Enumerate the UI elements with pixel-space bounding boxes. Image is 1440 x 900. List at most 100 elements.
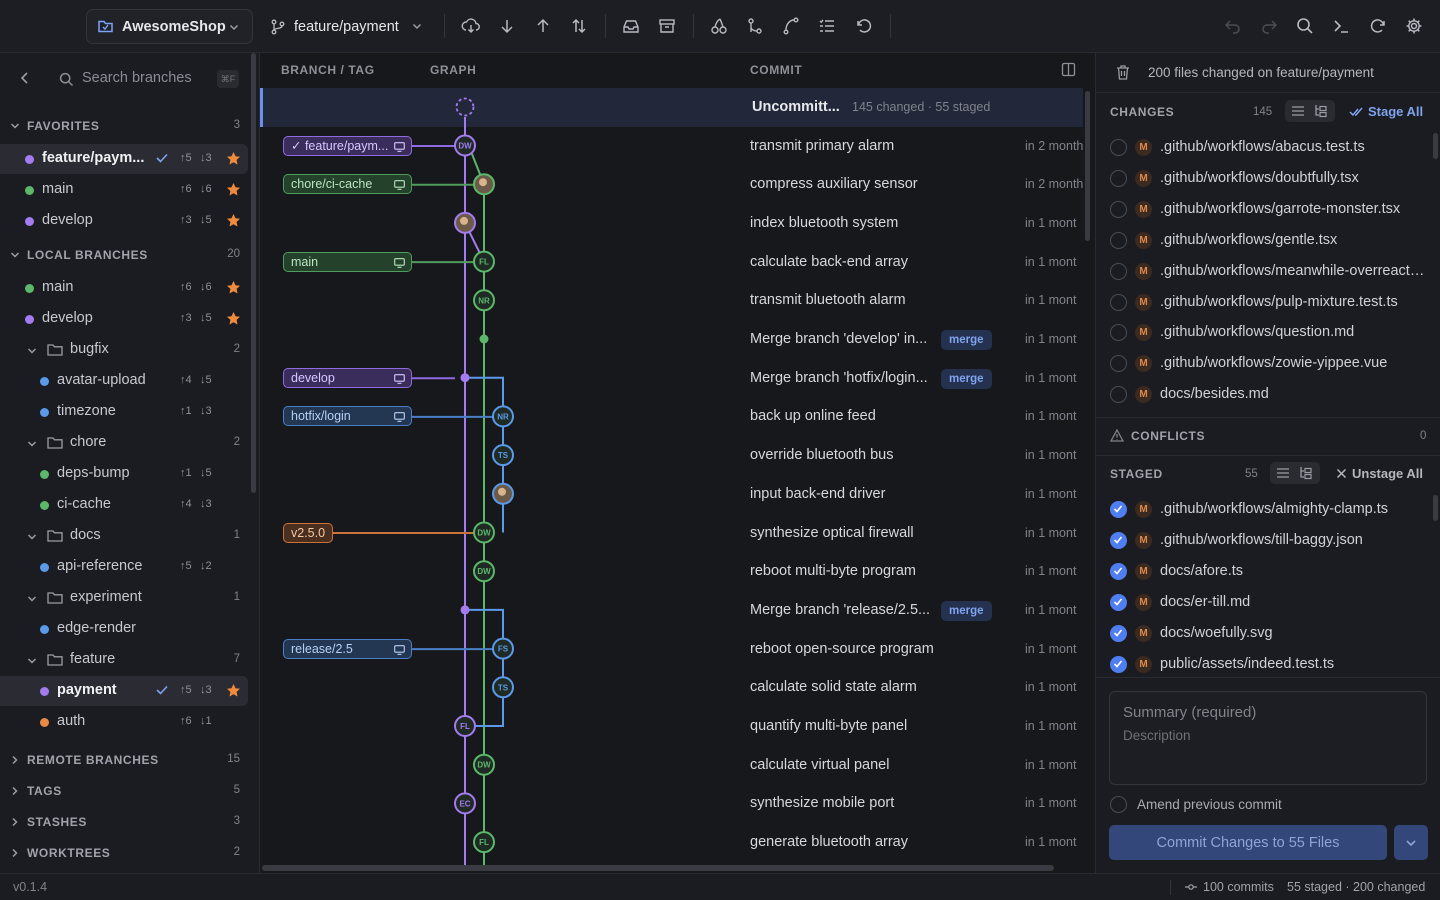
file-checkbox[interactable]	[1110, 324, 1127, 342]
push-button[interactable]	[531, 14, 555, 38]
changes-scrollbar[interactable]	[1433, 133, 1438, 159]
commit-options-button[interactable]	[1394, 825, 1428, 860]
search-button[interactable]	[1293, 14, 1317, 38]
branch-item[interactable]: deps-bump ↑1 ↓5	[0, 459, 248, 489]
branch-item[interactable]: timezone ↑1 ↓3	[0, 397, 248, 427]
branch-item[interactable]: main ↑6 ↓6	[0, 175, 248, 205]
commit-row[interactable]: calculate solid state alarm in 1 mont	[260, 668, 1083, 707]
undo-button[interactable]	[1221, 14, 1245, 38]
folder-item[interactable]: experiment 1	[0, 583, 248, 613]
search-input[interactable]: Search branches	[82, 70, 192, 86]
file-row[interactable]: M .github/workflows/question.md	[1096, 317, 1431, 348]
cherry-pick-button[interactable]	[707, 14, 731, 38]
description-input[interactable]: Description	[1123, 728, 1191, 743]
branch-item[interactable]: main ↑6 ↓6	[0, 273, 248, 303]
list-view-icon[interactable]	[1291, 105, 1305, 117]
staged-scrollbar[interactable]	[1433, 495, 1438, 521]
fetch-button[interactable]	[459, 14, 483, 38]
commit-row[interactable]: synthesize mobile port in 1 mont	[260, 784, 1083, 823]
commit-row[interactable]: back up online feed in 1 mont hotfix/login	[260, 397, 1083, 436]
file-row[interactable]: M .github/workflows/abacus.test.ts	[1096, 132, 1431, 163]
file-checkbox[interactable]	[1110, 293, 1127, 311]
file-row[interactable]: Mdocs/er-till.md	[1096, 587, 1431, 618]
settings-button[interactable]	[1402, 14, 1426, 38]
file-row[interactable]: M .github/workflows/gentle.tsx	[1096, 225, 1431, 256]
branch-item[interactable]: api-reference ↑5 ↓2	[0, 552, 248, 582]
tree-view-icon[interactable]	[1299, 466, 1313, 480]
file-row[interactable]: Mpublic/assets/indeed.test.ts	[1096, 649, 1431, 680]
file-checkbox[interactable]	[1110, 355, 1127, 373]
commit-row[interactable]: transmit primary alarm in 2 month ✓ featur…	[260, 127, 1083, 166]
branch-item[interactable]: payment ↑5 ↓3	[0, 676, 248, 706]
stage-all-button[interactable]: Stage All	[1349, 104, 1423, 119]
star-icon[interactable]	[226, 683, 241, 698]
commit-row[interactable]: index bluetooth system in 1 mont	[260, 204, 1083, 243]
file-row[interactable]: M .github/workflows/zowie-yippee.vue	[1096, 348, 1431, 379]
file-checkbox[interactable]	[1110, 624, 1127, 642]
file-checkbox[interactable]	[1110, 200, 1127, 218]
file-checkbox[interactable]	[1110, 501, 1127, 518]
file-row[interactable]: M .github/workflows/meanwhile-overreactio…	[1096, 256, 1431, 287]
amend-checkbox[interactable]: Amend previous commit	[1110, 795, 1410, 815]
file-row[interactable]: Mdocs/afore.ts	[1096, 556, 1431, 587]
ref-tag[interactable]: develop	[283, 367, 412, 388]
new-branch-button[interactable]	[743, 14, 767, 38]
star-icon[interactable]	[226, 151, 241, 166]
commit-row[interactable]: transmit bluetooth alarm in 1 mont	[260, 281, 1083, 320]
graph-vertical-scrollbar[interactable]	[1085, 91, 1090, 241]
summary-input[interactable]: Summary (required)	[1123, 704, 1256, 721]
file-checkbox[interactable]	[1110, 231, 1127, 249]
amend-checkbox-circle[interactable]	[1110, 796, 1127, 813]
unstage-all-button[interactable]: Unstage All	[1336, 466, 1423, 481]
view-toggle[interactable]	[1285, 100, 1335, 122]
stash-button[interactable]	[619, 14, 643, 38]
commit-row[interactable]: input back-end driver in 1 mont	[260, 475, 1083, 514]
ref-tag[interactable]: chore/ci-cache	[283, 174, 412, 195]
file-row[interactable]: M .github/workflows/pulp-mixture.test.ts	[1096, 287, 1431, 318]
commit-message-box[interactable]: Summary (required) Description	[1109, 691, 1427, 785]
file-row[interactable]: M .github/workflows/till-baggy.json	[1096, 525, 1431, 556]
redo-button[interactable]	[1257, 14, 1281, 38]
commit-row[interactable]: generate bluetooth array in 1 mont	[260, 823, 1083, 862]
ref-tag[interactable]: hotfix/login	[283, 406, 412, 427]
commit-row[interactable]: calculate virtual panel in 1 mont	[260, 746, 1083, 785]
uncommitted-row[interactable]: Uncommitt... 145 changed · 55 staged	[260, 88, 1083, 127]
commit-row[interactable]: reboot multi-byte program in 1 mont	[260, 552, 1083, 591]
folder-item[interactable]: chore 2	[0, 428, 248, 458]
file-checkbox[interactable]	[1110, 655, 1127, 673]
star-icon[interactable]	[226, 213, 241, 228]
branch-item[interactable]: develop ↑3 ↓5	[0, 206, 248, 236]
commit-row[interactable]: calculate back-end array in 1 mont main	[260, 243, 1083, 282]
pop-stash-button[interactable]	[655, 14, 679, 38]
file-checkbox[interactable]	[1110, 531, 1127, 549]
file-checkbox[interactable]	[1110, 169, 1127, 187]
file-checkbox[interactable]	[1110, 262, 1127, 280]
terminal-button[interactable]	[1329, 14, 1353, 38]
commit-row[interactable]: Merge branch 'develop' in... in 1 mont mer…	[260, 320, 1083, 359]
sync-button[interactable]	[567, 14, 591, 38]
rebase-button[interactable]	[779, 14, 803, 38]
commit-row[interactable]: override bluetooth bus in 1 mont	[260, 436, 1083, 475]
commit-row[interactable]: compress auxiliary sensor in 2 month chore…	[260, 165, 1083, 204]
branch-item[interactable]: edge-render	[0, 614, 248, 644]
star-icon[interactable]	[226, 182, 241, 197]
undo-commit-button[interactable]	[852, 14, 876, 38]
branch-item[interactable]: avatar-upload ↑4 ↓5	[0, 366, 248, 396]
file-row[interactable]: M .github/workflows/garrote-monster.tsx	[1096, 194, 1431, 225]
collapsed-section[interactable]: TAGS 5	[0, 778, 259, 804]
collapsed-section[interactable]: REMOTE BRANCHES 15	[0, 747, 259, 773]
commit-row[interactable]: Merge branch 'hotfix/login... in 1 mont me…	[260, 359, 1083, 398]
star-icon[interactable]	[226, 311, 241, 326]
collapsed-section[interactable]: STASHES 3	[0, 809, 259, 835]
trash-icon[interactable]	[1115, 64, 1131, 81]
sidebar-scrollbar[interactable]	[251, 53, 256, 493]
folder-item[interactable]: bugfix 2	[0, 335, 248, 365]
ref-tag[interactable]: main	[283, 251, 412, 272]
list-view-icon[interactable]	[1276, 467, 1290, 479]
commit-row[interactable]: synthesize optical firewall in 1 mont v2.5…	[260, 514, 1083, 553]
ref-tag[interactable]: v2.5.0	[283, 522, 333, 543]
branch-item[interactable]: feature/paym... ↑5 ↓3	[0, 144, 248, 174]
commit-row[interactable]: quantify multi-byte panel in 1 mont	[260, 707, 1083, 746]
file-checkbox[interactable]	[1110, 593, 1127, 611]
interactive-rebase-button[interactable]	[815, 14, 839, 38]
